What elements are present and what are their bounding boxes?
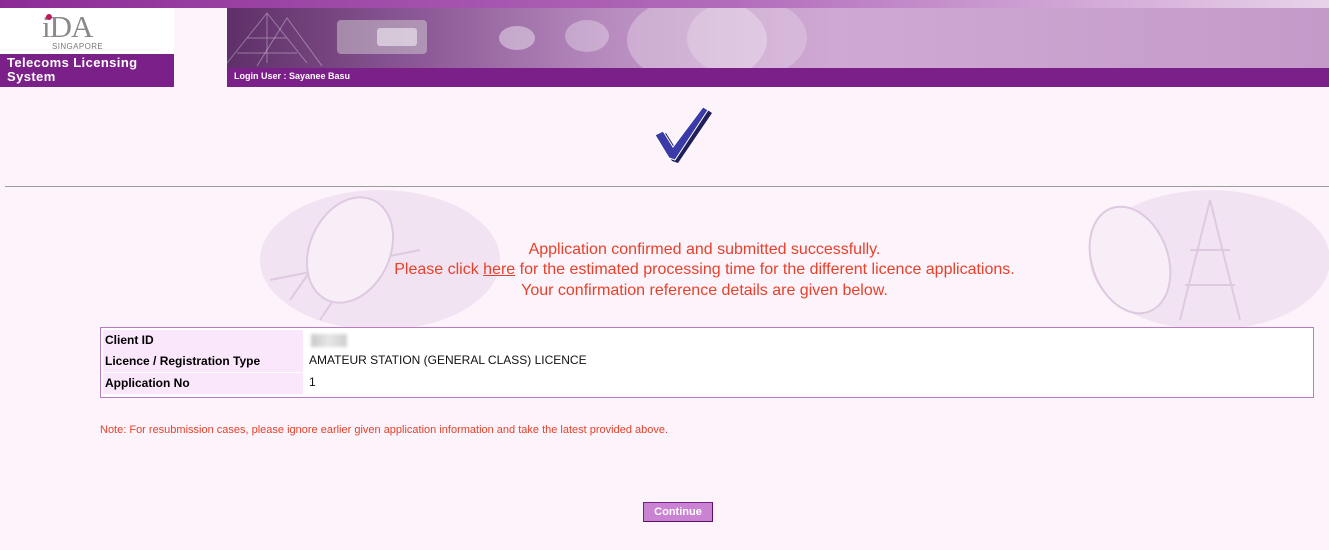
processing-time-message: Please click here for the estimated proc… bbox=[0, 261, 1329, 279]
logo-dot-icon bbox=[46, 14, 52, 20]
reference-details-message: Your confirmation reference details are … bbox=[521, 282, 888, 299]
continue-button[interactable]: Continue bbox=[643, 502, 713, 522]
system-title: Telecoms Licensing System bbox=[7, 55, 138, 84]
processing-time-text-after: for the estimated processing time for th… bbox=[515, 261, 1015, 278]
processing-time-link[interactable]: here bbox=[483, 261, 515, 278]
satellite-dish-banner-art bbox=[227, 8, 807, 68]
checkmark-icon bbox=[654, 106, 712, 163]
divider bbox=[5, 186, 1329, 187]
licence-type-label: Licence / Registration Type bbox=[103, 351, 303, 372]
application-no-value: 1 bbox=[309, 375, 316, 389]
resubmission-note: Note: For resubmission cases, please ign… bbox=[100, 424, 669, 436]
table-row: Licence / Registration Type AMATEUR STAT… bbox=[103, 351, 1309, 372]
processing-time-text-before: Please click bbox=[394, 261, 484, 278]
satellite-dish-watermark-left bbox=[260, 190, 500, 330]
ida-logo: iDA SINGAPORE bbox=[0, 8, 174, 54]
licence-type-value: AMATEUR STATION (GENERAL CLASS) LICENCE bbox=[309, 353, 587, 367]
satellite-banner bbox=[227, 8, 1329, 68]
success-message: Application confirmed and submitted succ… bbox=[528, 241, 881, 258]
table-row: Application No 1 bbox=[103, 373, 1309, 394]
login-user-label: Login User : Sayanee Basu bbox=[234, 71, 351, 81]
client-id-value-redacted bbox=[311, 334, 347, 347]
client-id-label: Client ID bbox=[103, 330, 303, 351]
confirmation-details-table: Client ID Licence / Registration Type AM… bbox=[100, 327, 1314, 398]
logo-subtitle: SINGAPORE bbox=[52, 42, 104, 51]
table-row: Client ID bbox=[103, 330, 1309, 351]
top-strip bbox=[0, 0, 1329, 8]
satellite-dish-watermark-right bbox=[1088, 190, 1329, 330]
application-no-label: Application No bbox=[103, 373, 303, 394]
login-bar bbox=[227, 68, 1329, 87]
